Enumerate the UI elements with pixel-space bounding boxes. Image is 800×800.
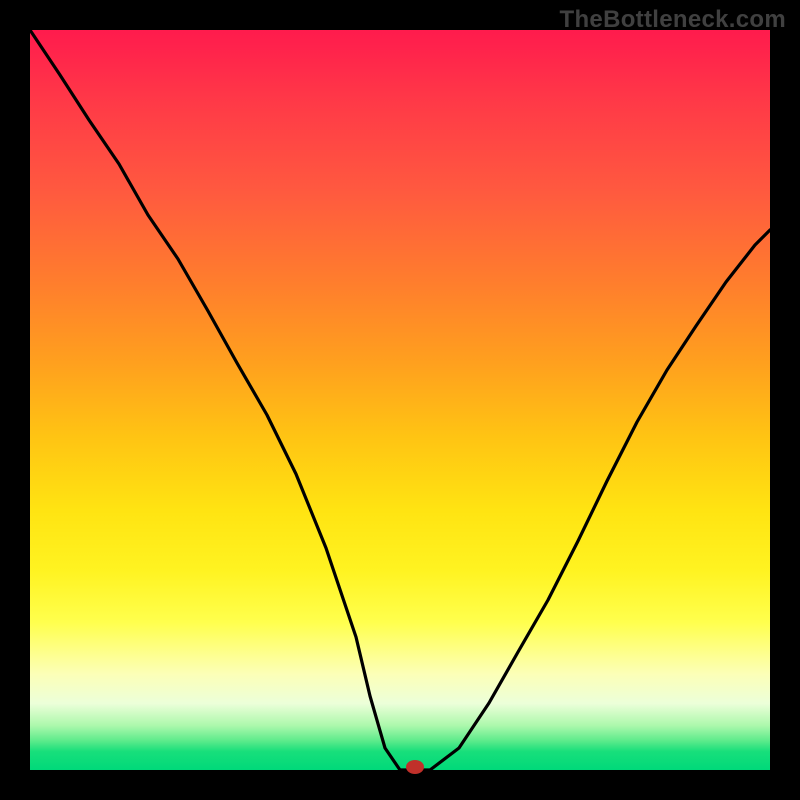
curve-layer	[30, 30, 770, 770]
bottleneck-curve	[30, 30, 770, 770]
chart-frame: TheBottleneck.com	[0, 0, 800, 800]
watermark-text: TheBottleneck.com	[560, 6, 786, 34]
plot-area	[30, 30, 770, 770]
marker-dot	[406, 760, 424, 774]
